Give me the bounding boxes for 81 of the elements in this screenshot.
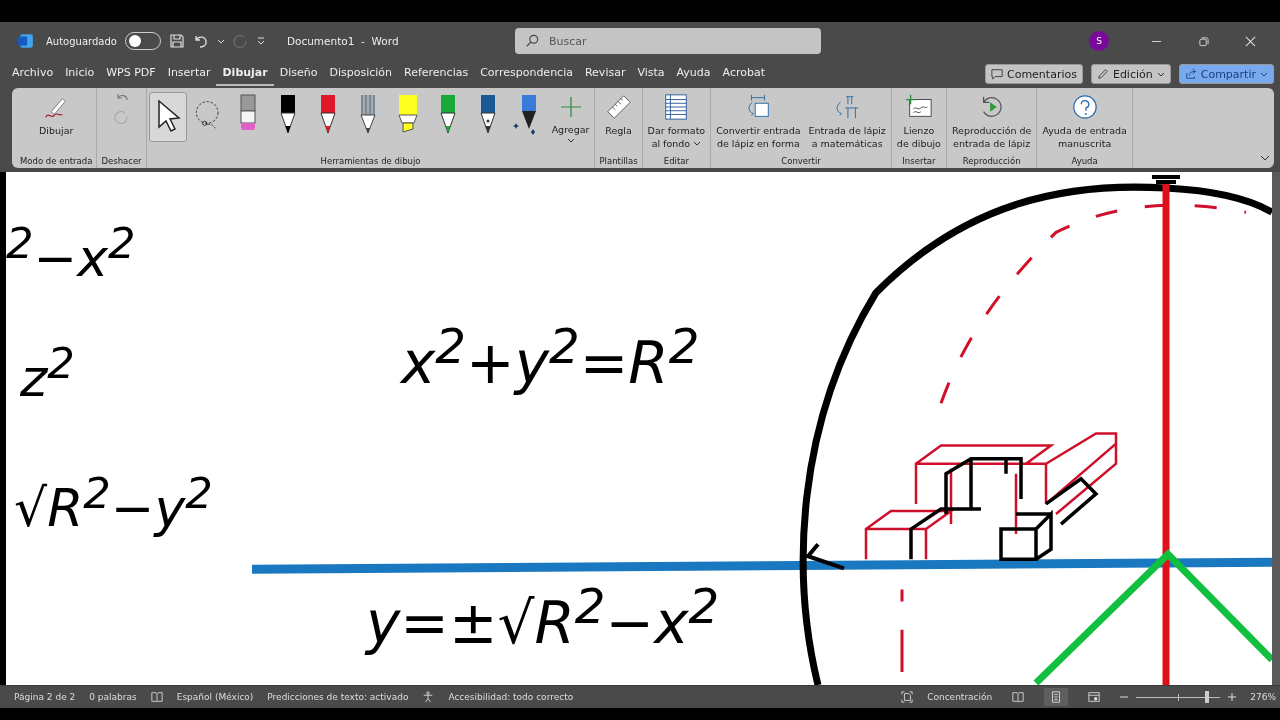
save-icon[interactable] [168, 33, 185, 49]
book-icon [1012, 691, 1025, 703]
handwritten-equation: $^{2}$−x$^{2}$ [6, 222, 136, 285]
close-icon[interactable] [1245, 35, 1256, 47]
menu-tab[interactable]: Inicio [59, 62, 101, 86]
menu-tab[interactable]: Revisar [578, 62, 632, 86]
handwritten-equation: y=±√R$^{2}$−x$^{2}$ [366, 582, 720, 653]
plus-icon [558, 95, 583, 119]
menu-tab[interactable]: Correspondencia [474, 62, 579, 86]
ink-replay-button[interactable]: Reproducción de entrada de lápiz [948, 92, 1035, 151]
share-button[interactable]: Compartir [1178, 64, 1274, 84]
zoom-percentage[interactable]: 276% [1250, 692, 1276, 702]
print-view-button[interactable] [1044, 688, 1069, 706]
ribbon-group-label: Ayuda [1070, 156, 1099, 166]
ink-to-math-button[interactable]: Entrada de lápiz a matemáticas [805, 92, 889, 151]
ruler-icon [604, 93, 633, 121]
menu-tab[interactable]: Disposición [323, 62, 398, 86]
drawing-canvas-button[interactable]: Lienzo de dibujo [893, 92, 944, 151]
caret-icon[interactable] [216, 37, 225, 45]
search-field[interactable]: Buscar [514, 28, 821, 54]
restore-icon[interactable] [1198, 35, 1209, 47]
menu-tab[interactable]: Archivo [6, 62, 60, 86]
menu-tab[interactable]: Diseño [273, 62, 324, 86]
menu-tab[interactable]: Vista [631, 62, 671, 86]
window-title: Documento1 - Word [286, 35, 400, 47]
focus-icon[interactable] [901, 691, 914, 703]
web-page-icon [1088, 691, 1101, 703]
ribbon-group-label: Plantillas [598, 156, 639, 166]
handwritten-equation: √R$^{2}$−y$^{2}$ [14, 472, 213, 535]
ink-help-button[interactable]: Ayuda de entrada manuscrita [1039, 92, 1130, 151]
word-logo-icon [18, 33, 34, 49]
comments-button[interactable]: Comentarios [984, 64, 1083, 84]
format-background-button[interactable]: Dar formato al fondo [644, 92, 709, 151]
language-status[interactable]: Español (México) [176, 692, 254, 702]
ribbon-group-label: Convertir [780, 156, 822, 166]
axis-tick-mark [1150, 175, 1182, 185]
page-icon [1050, 691, 1063, 703]
word-count[interactable]: 0 palabras [89, 692, 137, 702]
menu-tab[interactable]: WPS PDF [100, 62, 162, 86]
ribbon-group-label: Herramientas de dibujo [319, 156, 422, 166]
ribbon-group-label: Editar [662, 156, 690, 166]
menu-tab[interactable]: Insertar [161, 62, 217, 86]
collapse-ribbon-icon[interactable] [1260, 154, 1270, 162]
ink-to-shape-button[interactable]: Convertir entrada de lápiz en forma [713, 92, 804, 151]
ribbon-group-label: Insertar [901, 156, 937, 166]
handwritten-equation: z$^{2}$ [20, 342, 75, 405]
customize-icon[interactable] [256, 37, 265, 45]
menu-tab[interactable]: Referencias [398, 62, 475, 86]
user-avatar[interactable]: S [1089, 31, 1109, 51]
book-icon[interactable] [150, 691, 163, 703]
zoom-in-icon[interactable] [1228, 693, 1237, 701]
text-predictions-status[interactable]: Predicciones de texto: activado [267, 692, 409, 702]
editing-mode-button[interactable]: Edición [1090, 64, 1171, 84]
menu-tab[interactable]: Ayuda [670, 62, 717, 86]
share-icon [1184, 68, 1197, 80]
comment-icon [990, 68, 1003, 80]
help-icon [1070, 93, 1099, 121]
accessibility-status[interactable]: Accesibilidad: todo correcto [448, 692, 574, 702]
menu-tab[interactable]: Dibujar [216, 62, 274, 86]
zoom-slider-thumb[interactable] [1204, 691, 1209, 703]
pencil-icon [1096, 68, 1109, 80]
arrow-mark [804, 542, 845, 571]
menu-tab[interactable]: Acrobat [716, 62, 771, 86]
search-icon [524, 34, 539, 48]
page-count[interactable]: Página 2 de 2 [14, 692, 76, 702]
ribbon-group-label: Reproducción [961, 156, 1022, 166]
handwritten-equation: x$^{2}$+y$^{2}$=R$^{2}$ [401, 322, 700, 393]
add-pen-button[interactable]: Agregar [548, 92, 593, 145]
ruler-button[interactable]: Regla [601, 92, 636, 138]
zoom-out-icon[interactable] [1120, 693, 1129, 701]
focus-mode-button[interactable]: Concentración [927, 692, 993, 702]
ribbon-group-label: Deshacer [100, 156, 143, 166]
draw-button[interactable]: Dibujar [36, 92, 77, 138]
ribbon-group-label: Modo de entrada [19, 156, 94, 166]
accessibility-icon[interactable] [422, 691, 435, 703]
autosave-label: Autoguardado [46, 35, 117, 47]
caret-icon [566, 136, 575, 144]
select-tool-button[interactable] [148, 92, 187, 142]
caret-icon [1156, 70, 1165, 78]
undo-icon[interactable] [192, 33, 209, 49]
caret-icon [1260, 70, 1268, 78]
